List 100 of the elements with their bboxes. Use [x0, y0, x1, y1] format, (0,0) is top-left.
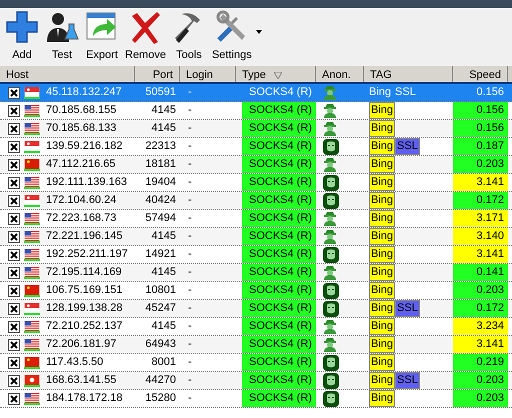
- host-text: 72.195.114.169: [46, 265, 122, 280]
- login-text: -: [188, 121, 192, 136]
- speed-cell: 0.172: [453, 192, 508, 209]
- checkbox[interactable]: [8, 176, 20, 188]
- person-flask-icon: [45, 10, 79, 44]
- checkbox[interactable]: [8, 230, 20, 242]
- type-cell: SOCKS4 (R): [242, 174, 316, 191]
- speed-cell: 0.203: [453, 282, 508, 299]
- port-text: 44270: [145, 373, 176, 388]
- table-row[interactable]: 192.111.139.163 19404 - SOCKS4 (R) Bing 3.141: [0, 174, 512, 192]
- speed-cell: 0.219: [453, 354, 508, 371]
- tag-label: Bing: [369, 336, 396, 353]
- table-row[interactable]: 184.178.172.18 15280 - SOCKS4 (R) Bing 0.203: [0, 390, 512, 408]
- checkbox[interactable]: [8, 248, 20, 260]
- speed-cell: 0.203: [453, 390, 508, 407]
- toolbar-button[interactable]: Settings: [208, 10, 255, 64]
- port-text: 57494: [145, 211, 176, 226]
- dropdown-caret-icon[interactable]: [256, 30, 262, 34]
- speed-cell: 0.187: [453, 138, 508, 155]
- checkbox[interactable]: [8, 284, 20, 296]
- host-text: 192.252.211.197: [46, 247, 128, 262]
- speed-cell: 0.156: [453, 120, 508, 137]
- tag-label: Bing: [369, 210, 396, 227]
- port-text: 14921: [145, 247, 176, 262]
- tag-label: Bing: [369, 138, 396, 155]
- port-text: 4145: [152, 121, 176, 136]
- host-text: 168.63.141.55: [46, 373, 116, 388]
- checkbox[interactable]: [8, 356, 20, 368]
- host-text: 45.118.132.247: [46, 85, 122, 100]
- x-mark-icon: [10, 340, 18, 348]
- checkbox[interactable]: [8, 392, 20, 404]
- table-row[interactable]: 70.185.68.155 4145 - SOCKS4 (R) Bing 0.156: [0, 102, 512, 120]
- port-text: 22313: [145, 139, 176, 154]
- type-cell: SOCKS4 (R): [242, 318, 316, 335]
- host-text: 106.75.169.151: [46, 283, 122, 298]
- port-text: 64943: [145, 337, 176, 352]
- x-mark-icon: [10, 88, 18, 96]
- table-row[interactable]: 72.223.168.73 57494 - SOCKS4 (R) Bing 3.171: [0, 210, 512, 228]
- table-row[interactable]: 168.63.141.55 44270 - SOCKS4 (R) Bing SSL 0.203: [0, 372, 512, 390]
- speed-cell: 0.141: [453, 264, 508, 281]
- checkbox[interactable]: [8, 104, 20, 116]
- x-mark-icon: [10, 178, 18, 186]
- port-text: 50591: [145, 85, 176, 100]
- table-row[interactable]: 139.59.216.182 22313 - SOCKS4 (R) Bing SSL 0.187: [0, 138, 512, 156]
- tag-label: SSL: [395, 138, 420, 155]
- checkbox[interactable]: [8, 140, 20, 152]
- x-mark-icon: [10, 250, 18, 258]
- checkbox[interactable]: [8, 374, 20, 386]
- port-text: 4145: [152, 265, 176, 280]
- tag-text: SSL: [395, 85, 416, 100]
- tag-label: Bing: [369, 192, 396, 209]
- type-cell: SOCKS4 (R): [242, 228, 316, 245]
- table-row[interactable]: 45.118.132.247 50591 - SOCKS4 (R) Bing SSL 0.156: [0, 84, 512, 102]
- checkbox[interactable]: [8, 338, 20, 350]
- checkbox[interactable]: [8, 212, 20, 224]
- port-text: 40424: [145, 193, 176, 208]
- toolbar-button[interactable]: Add: [2, 10, 42, 64]
- tag-label: Bing: [369, 282, 396, 299]
- table-row[interactable]: 106.75.169.151 10801 - SOCKS4 (R) Bing 0.203: [0, 282, 512, 300]
- host-text: 72.221.196.145: [46, 229, 122, 244]
- table-row[interactable]: 72.195.114.169 4145 - SOCKS4 (R) Bing 0.141: [0, 264, 512, 282]
- tag-label: SSL: [395, 372, 420, 389]
- table-row[interactable]: 72.206.181.97 64943 - SOCKS4 (R) Bing 3.141: [0, 336, 512, 354]
- checkbox[interactable]: [8, 266, 20, 278]
- toolbar-button[interactable]: Remove: [122, 10, 169, 64]
- table-row[interactable]: 70.185.68.133 4145 - SOCKS4 (R) Bing 0.156: [0, 120, 512, 138]
- port-text: 15280: [145, 391, 176, 406]
- x-mark-icon: [10, 376, 18, 384]
- type-cell: SOCKS4 (R): [242, 390, 316, 407]
- x-mark-icon: [10, 394, 18, 402]
- checkbox[interactable]: [8, 122, 20, 134]
- checkbox[interactable]: [8, 86, 20, 98]
- toolbar-button[interactable]: Export: [82, 10, 122, 64]
- x-mark-icon: [10, 214, 18, 222]
- type-cell: SOCKS4 (R): [242, 282, 316, 299]
- host-text: 117.43.5.50: [46, 355, 104, 370]
- toolbar-button[interactable]: Tools: [168, 10, 209, 64]
- table-row[interactable]: 192.252.211.197 14921 - SOCKS4 (R) Bing 3.141: [0, 246, 512, 264]
- x-mark-icon: [10, 232, 18, 240]
- host-text: 139.59.216.182: [46, 139, 122, 154]
- table-row[interactable]: 117.43.5.50 8001 - SOCKS4 (R) Bing 0.219: [0, 354, 512, 372]
- table-row[interactable]: 72.221.196.145 4145 - SOCKS4 (R) Bing 3.140: [0, 228, 512, 246]
- checkbox[interactable]: [8, 302, 20, 314]
- table-row[interactable]: 172.104.60.24 40424 - SOCKS4 (R) Bing 0.172: [0, 192, 512, 210]
- tag-text: Bing: [369, 85, 392, 100]
- table-row[interactable]: 128.199.138.28 45247 - SOCKS4 (R) Bing SSL 0.172: [0, 300, 512, 318]
- table-row[interactable]: 47.112.216.65 18181 - SOCKS4 (R) Bing 0.203: [0, 156, 512, 174]
- speed-cell: 3.141: [453, 336, 508, 353]
- checkbox[interactable]: [8, 158, 20, 170]
- checkbox[interactable]: [8, 194, 20, 206]
- speed-cell-text: 0.156: [475, 85, 505, 100]
- login-text: -: [188, 337, 192, 352]
- login-text: -: [188, 247, 192, 262]
- toolbar-button[interactable]: Test: [42, 10, 82, 64]
- table-row[interactable]: 72.210.252.137 4145 - SOCKS4 (R) Bing 3.234: [0, 318, 512, 336]
- login-text: -: [188, 85, 192, 100]
- checkbox[interactable]: [8, 320, 20, 332]
- type-cell: SOCKS4 (R): [242, 102, 316, 119]
- port-text: 19404: [145, 175, 176, 190]
- plus-icon: [5, 10, 39, 44]
